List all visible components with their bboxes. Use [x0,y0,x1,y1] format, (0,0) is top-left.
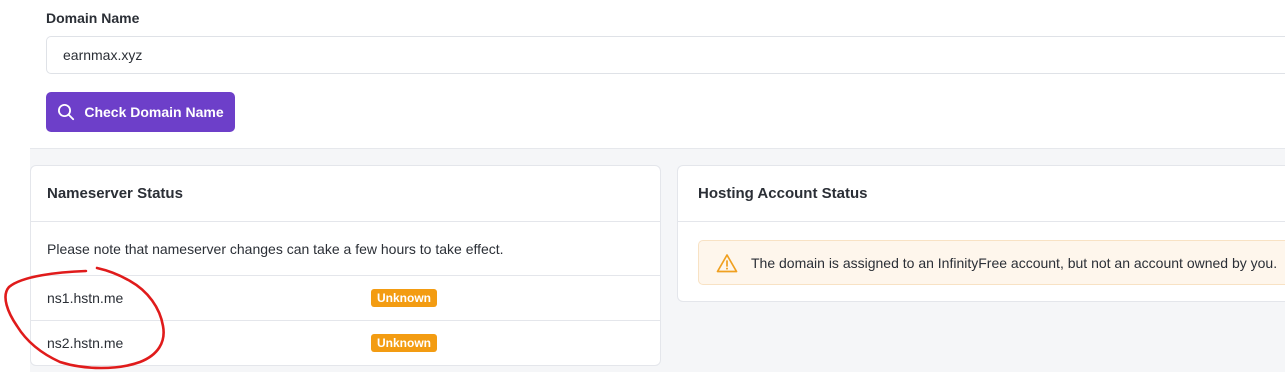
nameserver-name: ns1.hstn.me [47,290,124,306]
hosting-warning-alert: The domain is assigned to an InfinityFre… [698,240,1285,285]
search-icon [57,103,75,121]
hosting-account-status-title: Hosting Account Status [678,166,1285,222]
status-section: Nameserver Status Please note that names… [30,149,1285,372]
nameserver-name: ns2.hstn.me [47,335,124,351]
nameserver-row: ns2.hstn.me Unknown [31,321,660,365]
status-badge: Unknown [371,289,437,307]
check-domain-name-label: Check Domain Name [84,104,224,120]
domain-check-page: Domain Name Check Domain Name Nameserver… [0,0,1285,372]
check-domain-name-button[interactable]: Check Domain Name [46,92,235,132]
status-badge: Unknown [371,334,437,352]
domain-name-input[interactable] [46,36,1285,74]
nameserver-status-card: Nameserver Status Please note that names… [30,165,661,366]
left-gutter [0,0,30,372]
nameserver-status-title: Nameserver Status [31,166,660,222]
domain-name-label: Domain Name [46,10,140,26]
hosting-alert-text: The domain is assigned to an InfinityFre… [751,254,1278,271]
hosting-account-status-card: Hosting Account Status The domain is ass… [677,165,1285,302]
nameserver-note: Please note that nameserver changes can … [31,222,660,276]
nameserver-row: ns1.hstn.me Unknown [31,276,660,321]
warning-triangle-icon [716,253,738,273]
domain-form-section: Domain Name Check Domain Name [30,0,1285,149]
